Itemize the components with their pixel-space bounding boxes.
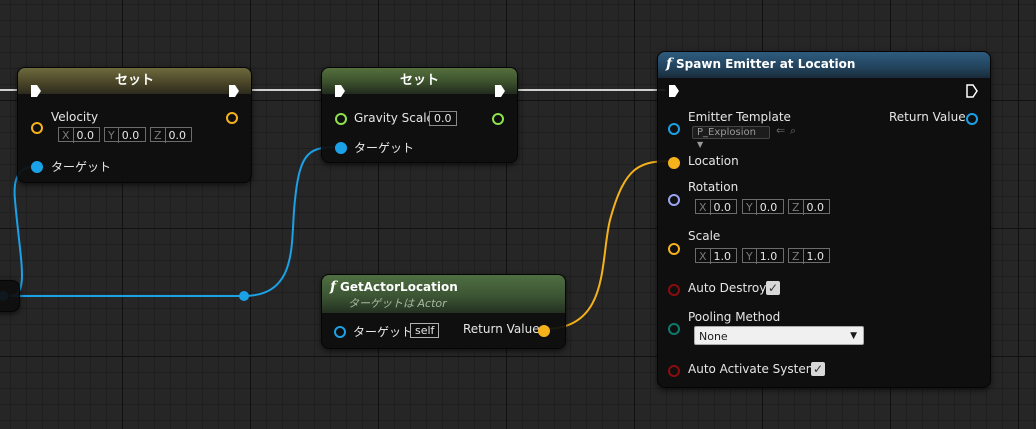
exec-in-pin[interactable] [668, 84, 680, 98]
exec-in-pin[interactable] [334, 84, 346, 98]
browse-asset-icon[interactable]: ⌕ [790, 124, 796, 138]
function-icon: f [666, 56, 673, 72]
scale-x-field[interactable]: X 1.0 [695, 248, 737, 264]
target-in-pin[interactable] [31, 161, 43, 173]
chevron-down-icon: ▼ [850, 331, 857, 341]
gravity-out-pin[interactable] [492, 113, 504, 125]
node-header: f GetActorLocation ターゲットは Actor [322, 275, 565, 313]
auto-activate-checkbox[interactable]: ✓ [811, 362, 825, 376]
location-label: Location [688, 154, 739, 168]
node-header: f Spawn Emitter at Location [658, 52, 990, 78]
rotation-label: Rotation [688, 180, 739, 194]
node-title: Spawn Emitter at Location [676, 57, 856, 71]
location-pin[interactable] [668, 157, 680, 169]
node-title: GetActorLocation [340, 280, 458, 294]
scale-label: Scale [688, 229, 721, 243]
check-icon: ✓ [812, 362, 824, 376]
exec-out-pin[interactable] [966, 84, 978, 98]
target-in-pin[interactable] [335, 142, 347, 154]
emitter-template-pin[interactable] [668, 123, 680, 135]
check-icon: ✓ [767, 281, 779, 295]
auto-destroy-pin[interactable] [668, 284, 680, 296]
exec-in-pin[interactable] [30, 84, 42, 98]
target-label: ターゲット [353, 325, 414, 339]
emitter-template-label: Emitter Template [688, 110, 791, 124]
velocity-out-pin[interactable] [226, 112, 238, 124]
node-title: セット [18, 68, 251, 94]
velocity-x-field[interactable]: X 0.0 [58, 127, 100, 143]
set-velocity-node[interactable]: セット Velocity X 0.0 Y 0.0 Z 0.0 ターゲット [17, 67, 252, 183]
auto-activate-label: Auto Activate System [688, 362, 818, 376]
rotation-x-field[interactable]: X 0.0 [695, 199, 737, 215]
reroute-knot [239, 291, 249, 301]
velocity-y-field[interactable]: Y 0.0 [104, 127, 146, 143]
return-value-label: Return Value [463, 322, 540, 336]
scale-pin[interactable] [668, 243, 680, 255]
pooling-method-pin[interactable] [668, 323, 680, 335]
node-title: セット [322, 68, 517, 94]
exec-out-pin[interactable] [228, 84, 240, 98]
chevron-down-icon: ▼ [697, 140, 704, 149]
scale-z-field[interactable]: Z 1.0 [788, 248, 830, 264]
target-in-pin[interactable] [334, 326, 346, 338]
gravity-in-pin[interactable] [335, 113, 347, 125]
auto-destroy-label: Auto Destroy [688, 281, 767, 295]
scale-y-field[interactable]: Y 1.0 [742, 248, 784, 264]
rotation-pin[interactable] [668, 194, 680, 206]
set-gravity-node[interactable]: セット Gravity Scale 0.0 ターゲット [321, 67, 518, 163]
velocity-label: Velocity [51, 110, 99, 124]
return-value-pin[interactable] [538, 325, 550, 337]
velocity-z-field[interactable]: Z 0.0 [150, 127, 192, 143]
pooling-method-dropdown[interactable]: None ▼ [694, 326, 864, 345]
auto-activate-pin[interactable] [668, 365, 680, 377]
pooling-method-label: Pooling Method [688, 310, 781, 324]
emitter-template-picker[interactable]: P_Explosion ▼ [692, 126, 770, 149]
target-self-field[interactable]: self [410, 323, 440, 338]
target-wire-set1 [9, 165, 37, 297]
spawn-emitter-node[interactable]: f Spawn Emitter at Location Emitter Templ… [657, 51, 991, 388]
velocity-in-pin[interactable] [31, 122, 43, 134]
use-asset-icon[interactable]: ⇐ [776, 124, 785, 137]
rotation-y-field[interactable]: Y 0.0 [742, 199, 784, 215]
gravity-label: Gravity Scale [354, 111, 434, 125]
function-icon: f [330, 279, 337, 295]
node-subtitle: ターゲットは Actor [348, 297, 447, 310]
exec-out-pin[interactable] [494, 84, 506, 98]
gravity-value-field[interactable]: 0.0 [429, 111, 457, 126]
get-actor-location-node[interactable]: f GetActorLocation ターゲットは Actor ターゲット sel… [321, 274, 566, 349]
return-value-pin[interactable] [966, 113, 978, 125]
target-label: ターゲット [51, 160, 112, 174]
source-node-partial[interactable] [0, 280, 20, 312]
target-label: ターゲット [354, 141, 415, 155]
rotation-z-field[interactable]: Z 0.0 [788, 199, 830, 215]
auto-destroy-checkbox[interactable]: ✓ [766, 281, 780, 295]
return-value-label: Return Value [889, 110, 966, 124]
